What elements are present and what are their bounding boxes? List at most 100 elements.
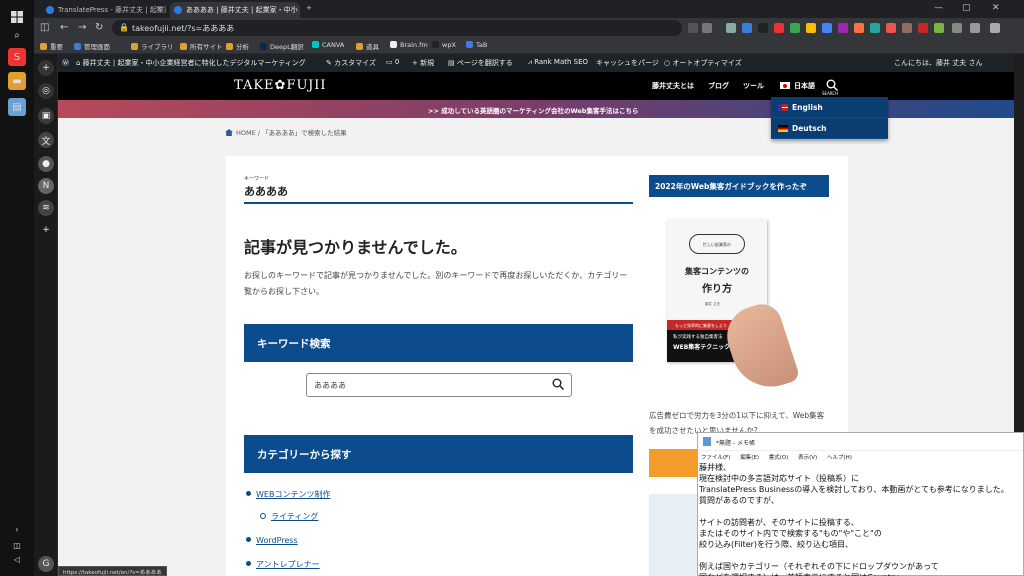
menu-format[interactable]: 書式(O): [769, 455, 789, 461]
notion-icon[interactable]: N: [38, 178, 54, 194]
address-bar[interactable]: 🔒 takeofujii.net/?s=ああああ: [112, 20, 682, 36]
breadcrumb-home[interactable]: HOME: [236, 129, 256, 137]
bookmark-item[interactable]: 管理画面: [74, 41, 110, 51]
extension-icon[interactable]: [902, 23, 912, 33]
circle-app-icon[interactable]: ●: [38, 156, 54, 172]
bookmark-item[interactable]: CANVA: [312, 41, 344, 49]
site-logo[interactable]: TAKE✿FUJII: [234, 78, 327, 93]
menu-view[interactable]: 表示(V): [798, 455, 817, 461]
app-s-icon[interactable]: S: [8, 48, 26, 66]
share-icon[interactable]: [688, 23, 698, 33]
bookmark-item[interactable]: 分析: [226, 41, 249, 51]
search-icon[interactable]: [552, 378, 565, 392]
nav-blog[interactable]: ブログ: [708, 81, 729, 91]
category-link[interactable]: ライティング: [260, 511, 318, 522]
language-option-deutsch[interactable]: Deutsch: [771, 118, 888, 139]
category-link[interactable]: WordPress: [246, 536, 298, 545]
menu-help[interactable]: ヘルプ(H): [827, 455, 852, 461]
menu-edit[interactable]: 編集(E): [740, 455, 759, 461]
notepad-text-area[interactable]: 藤井様、 現在検討中の多言語対応サイト（投稿系）に TranslatePress…: [698, 462, 1023, 576]
bullet-icon: [246, 537, 251, 542]
windows-start-icon[interactable]: [8, 8, 26, 26]
new-tab-button[interactable]: +: [302, 2, 318, 18]
nav-language-switcher[interactable]: 日本語: [780, 81, 815, 91]
extension-icon[interactable]: [870, 23, 880, 33]
bookmark-item[interactable]: 重要: [40, 41, 63, 51]
folder-icon[interactable]: ▬: [8, 72, 26, 90]
keyword-value: ああああ: [244, 185, 288, 198]
os-taskbar: ⌕ S ▬ ▤ › ◫ ◁: [0, 0, 34, 576]
bookmark-star-icon[interactable]: [702, 23, 712, 33]
wp-new[interactable]: + 新規: [412, 58, 434, 68]
layers-icon[interactable]: ≋: [38, 200, 54, 216]
wp-customize[interactable]: ✎ カスタマイズ: [326, 58, 376, 68]
bookmark-item[interactable]: wpX: [432, 41, 456, 49]
add-icon[interactable]: +: [38, 60, 54, 76]
extension-icon[interactable]: [726, 23, 736, 33]
search-input[interactable]: ああああ: [306, 373, 572, 397]
wp-autoptimize[interactable]: ○ オートオプティマイズ: [664, 58, 742, 68]
category-link[interactable]: アントレプレナー: [246, 559, 320, 570]
wp-greeting[interactable]: こんにちは、藤井 丈夫 さん: [894, 58, 982, 68]
minimize-icon[interactable]: —: [934, 3, 943, 13]
extension-icon[interactable]: [822, 23, 832, 33]
menu-file[interactable]: ファイル(F): [701, 455, 730, 461]
close-icon[interactable]: ✕: [156, 5, 162, 13]
keyword-label: キーワード: [244, 176, 270, 182]
language-option-english[interactable]: English: [771, 97, 888, 118]
category-link[interactable]: WEBコンテンツ制作: [246, 489, 330, 500]
wp-rankmath[interactable]: ⩘ Rank Math SEO: [528, 58, 588, 67]
instagram-icon[interactable]: ◎: [38, 83, 54, 99]
wp-admin-bar: Ⓦ ⌂ 藤井丈夫 | 起業家・中小企業経営者に特化したデジタルマーケティング ✎…: [58, 54, 1014, 72]
extension-icon[interactable]: [854, 23, 864, 33]
close-icon[interactable]: ✕: [290, 5, 296, 13]
folder-icon: [356, 43, 363, 50]
extension-icon[interactable]: [742, 23, 752, 33]
search-icon[interactable]: ⌕: [8, 26, 26, 44]
wp-translate-page[interactable]: ▤ ページを翻訳する: [448, 58, 513, 68]
extension-icon[interactable]: [838, 23, 848, 33]
bookmark-item[interactable]: DeepL翻訳: [260, 41, 304, 51]
notepad-icon[interactable]: ▤: [8, 98, 26, 116]
back-icon[interactable]: ←: [60, 22, 68, 33]
tab-search-result[interactable]: ああああ | 藤井丈夫 | 起業家・中小 ✕: [170, 2, 300, 18]
extension-icon[interactable]: [758, 23, 768, 33]
app-icon[interactable]: ▣: [38, 108, 54, 124]
notepad-titlebar[interactable]: *無題 - メモ帳: [698, 433, 1023, 451]
sidebar-title: 2022年のWeb集客ガイドブックを作ったぞ: [649, 175, 829, 197]
forward-icon[interactable]: →: [78, 22, 86, 33]
account-icon[interactable]: G: [38, 556, 54, 572]
category-heading: カテゴリーから探す: [244, 435, 633, 473]
puzzle-icon[interactable]: [952, 23, 962, 33]
bookmark-item[interactable]: TaB: [466, 41, 487, 49]
extension-icon[interactable]: [790, 23, 800, 33]
window-close-icon[interactable]: ✕: [992, 3, 1000, 13]
extension-icon[interactable]: [806, 23, 816, 33]
translate-icon[interactable]: 文: [38, 132, 54, 148]
bookmark-item[interactable]: 所有サイト: [180, 41, 223, 51]
extension-icon[interactable]: [886, 23, 896, 33]
sidebar-toggle-icon[interactable]: ◫: [40, 22, 49, 33]
bookmark-item[interactable]: ライブラリ: [131, 41, 174, 51]
profile-icon[interactable]: [970, 23, 980, 33]
tab-translatepress[interactable]: TranslatePress - 藤井丈夫 | 起業家 ✕: [42, 2, 166, 18]
reload-icon[interactable]: ↻: [95, 22, 103, 33]
guidebook-image[interactable]: 忙しい起業家の 集客コンテンツの 作り方 藤井 丈夫 もっと効率的に集客をしよう…: [649, 206, 829, 402]
nav-about[interactable]: 藤井丈夫とは: [652, 81, 694, 91]
lock-icon: 🔒: [119, 23, 129, 32]
add-sidebar-icon[interactable]: +: [38, 222, 54, 238]
wp-site-name[interactable]: ⌂ 藤井丈夫 | 起業家・中小企業経営者に特化したデジタルマーケティング: [76, 58, 306, 68]
bookmark-item[interactable]: 道具: [356, 41, 379, 51]
bookmark-item[interactable]: Brain.fm: [390, 41, 428, 49]
maximize-icon[interactable]: ▢: [962, 3, 971, 13]
extension-icon[interactable]: [918, 23, 928, 33]
nav-tools[interactable]: ツール: [743, 81, 764, 91]
wordpress-icon[interactable]: Ⓦ: [62, 58, 69, 68]
book-title-2: 作り方: [702, 284, 732, 295]
extension-icon[interactable]: [774, 23, 784, 33]
menu-icon[interactable]: [990, 23, 1000, 33]
wp-purge-cache[interactable]: キャッシュをパージ: [596, 58, 659, 68]
volume-icon[interactable]: ◁: [8, 550, 26, 568]
wp-comments[interactable]: ▭ 0: [386, 58, 399, 66]
extension-icon[interactable]: [934, 23, 944, 33]
